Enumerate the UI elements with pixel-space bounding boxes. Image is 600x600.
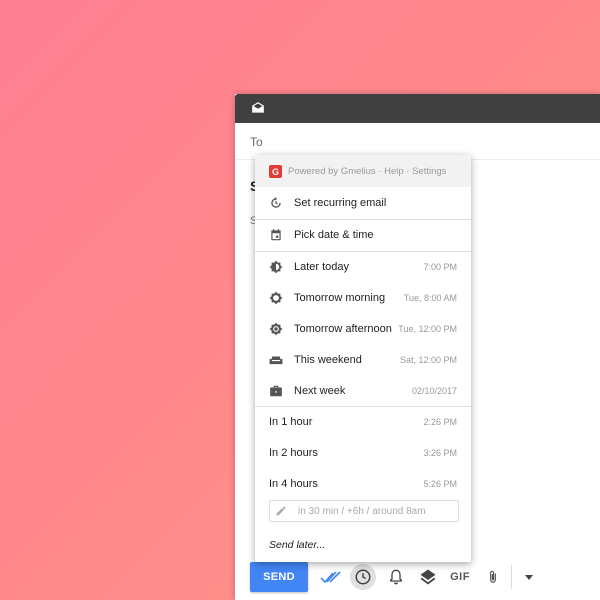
menu-item-later-today[interactable]: Later today 7:00 PM [255,252,471,283]
envelope-open-icon [252,102,264,113]
menu-item-label: Next week [294,385,346,397]
menu-item-pick-date[interactable]: Pick date & time [255,220,471,251]
menu-item-label: Pick date & time [294,229,374,241]
clock-icon[interactable] [350,564,376,590]
powered-by-text[interactable]: Powered by Gmelius · Help · Settings [288,166,446,177]
menu-item-label: Tomorrow morning [294,292,386,304]
toolbar-separator [511,565,512,589]
brightness-icon [269,260,283,274]
menu-item-time: 02/10/2017 [411,386,457,396]
menu-item-label: Later today [294,261,350,273]
gmelius-logo-icon: G [269,165,282,178]
menu-item-next-week[interactable]: Next week 02/10/2017 [255,376,471,407]
menu-item-time: 5:26 PM [423,479,457,489]
menu-item-time: 2:26 PM [423,417,457,427]
menu-item-time: 3:26 PM [423,448,457,458]
menu-item-in-4-hours[interactable]: In 4 hours 5:26 PM [255,469,471,500]
menu-header: G Powered by Gmelius · Help · Settings [255,155,471,187]
menu-item-time: 7:00 PM [423,262,457,272]
calendar-icon [271,229,281,241]
gif-label: GIF [450,571,470,583]
gif-button[interactable]: GIF [447,564,473,590]
menu-item-time: Tue, 8:00 AM [403,293,457,303]
menu-item-label: In 2 hours [269,447,318,459]
to-label: To [250,135,263,149]
attachment-icon[interactable] [480,564,506,590]
menu-item-label: Set recurring email [294,197,387,209]
menu-item-tomorrow-afternoon[interactable]: Tomorrow afternoon Tue, 12:00 PM [255,314,471,345]
couch-icon [269,356,283,365]
menu-item-in-2-hours[interactable]: In 2 hours 3:26 PM [255,438,471,469]
compose-header [235,94,600,123]
menu-item-this-weekend[interactable]: This weekend Sat, 12:00 PM [255,345,471,376]
menu-item-label: This weekend [294,354,362,366]
menu-item-time: Tue, 12:00 PM [398,324,457,334]
sun-outline-icon [269,291,283,305]
double-check-icon[interactable] [318,564,344,590]
bell-icon[interactable] [383,564,409,590]
pencil-icon [276,506,286,516]
compose-toolbar: SEND GIF [235,560,600,600]
menu-item-time: Sat, 12:00 PM [399,355,457,365]
custom-time-field[interactable] [269,500,459,522]
menu-item-label: Tomorrow afternoon [294,323,392,335]
layers-icon[interactable] [415,564,441,590]
menu-item-recurring[interactable]: Set recurring email [255,188,471,219]
send-later-link[interactable]: Send later... [269,539,325,551]
recurring-clock-icon [271,197,281,208]
chevron-down-icon[interactable] [516,564,542,590]
menu-item-label: In 4 hours [269,478,318,490]
briefcase-icon [270,385,282,397]
menu-item-tomorrow-morning[interactable]: Tomorrow morning Tue, 8:00 AM [255,283,471,314]
menu-item-in-1-hour[interactable]: In 1 hour 2:26 PM [255,407,471,438]
schedule-menu: G Powered by Gmelius · Help · Settings S… [255,155,471,562]
menu-item-label: In 1 hour [269,416,313,428]
send-button[interactable]: SEND [250,562,308,592]
custom-time-input[interactable] [298,504,453,519]
sun-filled-icon [269,322,283,336]
